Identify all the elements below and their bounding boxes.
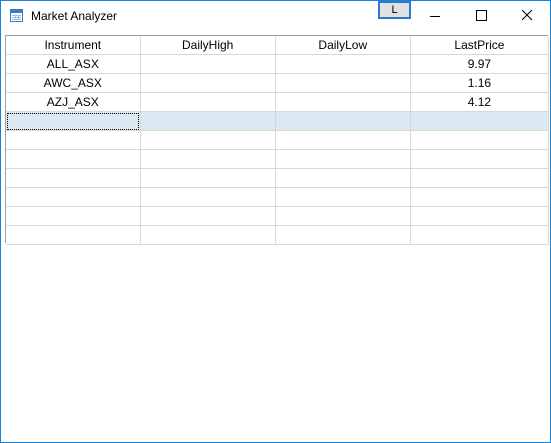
cell-dailyhigh[interactable] <box>140 73 276 93</box>
column-header-dailylow[interactable]: DailyLow <box>275 36 411 55</box>
close-button[interactable] <box>504 1 550 31</box>
column-header-instrument[interactable]: Instrument <box>6 36 141 55</box>
table-row[interactable]: ALL_ASX 9.97 <box>6 54 550 74</box>
cell-dailyhigh[interactable] <box>140 54 276 74</box>
cell-instrument[interactable] <box>6 225 141 245</box>
cell-instrument[interactable]: AZJ_ASX <box>6 92 141 112</box>
cell-instrument[interactable] <box>6 130 141 150</box>
minimize-button[interactable] <box>412 1 458 31</box>
cell-dailylow[interactable] <box>275 187 411 207</box>
cell-lastprice[interactable] <box>410 225 550 245</box>
cell-dailylow[interactable] <box>275 111 411 131</box>
maximize-icon <box>476 10 487 21</box>
cell-instrument[interactable] <box>6 187 141 207</box>
cell-dailylow[interactable] <box>275 73 411 93</box>
cell-dailyhigh[interactable] <box>140 111 276 131</box>
cell-instrument[interactable]: AWC_ASX <box>6 73 141 93</box>
table-row[interactable] <box>6 225 550 245</box>
cell-lastprice[interactable] <box>410 149 550 169</box>
cell-instrument-focused[interactable] <box>6 111 141 131</box>
cell-instrument[interactable] <box>6 168 141 188</box>
cell-dailyhigh[interactable] <box>140 206 276 226</box>
l-button[interactable]: L <box>378 1 411 19</box>
cell-dailyhigh[interactable] <box>140 92 276 112</box>
cell-dailylow[interactable] <box>275 168 411 188</box>
cell-dailylow[interactable] <box>275 54 411 74</box>
cell-dailylow[interactable] <box>275 130 411 150</box>
table-row[interactable] <box>6 206 550 226</box>
cell-instrument[interactable]: ALL_ASX <box>6 54 141 74</box>
grid-header-row: Instrument DailyHigh DailyLow LastPrice <box>6 36 550 55</box>
column-header-dailyhigh[interactable]: DailyHigh <box>140 36 276 55</box>
minimize-icon <box>430 16 440 17</box>
cell-lastprice[interactable] <box>410 187 550 207</box>
cell-dailyhigh[interactable] <box>140 168 276 188</box>
table-row[interactable]: AWC_ASX 1.16 <box>6 73 550 93</box>
cell-lastprice[interactable]: 4.12 <box>410 92 550 112</box>
cell-lastprice[interactable] <box>410 168 550 188</box>
table-row[interactable] <box>6 187 550 207</box>
maximize-button[interactable] <box>458 1 504 31</box>
cell-dailylow[interactable] <box>275 225 411 245</box>
app-window: Market Analyzer L Instrument DailyHigh D… <box>0 0 551 443</box>
data-grid[interactable]: Instrument DailyHigh DailyLow LastPrice … <box>5 35 550 245</box>
cell-dailylow[interactable] <box>275 206 411 226</box>
table-row[interactable]: AZJ_ASX 4.12 <box>6 92 550 112</box>
table-row[interactable] <box>6 168 550 188</box>
cell-instrument[interactable] <box>6 206 141 226</box>
column-header-lastprice[interactable]: LastPrice <box>410 36 550 55</box>
cell-instrument[interactable] <box>6 149 141 169</box>
cell-lastprice[interactable] <box>410 206 550 226</box>
table-row-selected[interactable] <box>6 111 550 131</box>
cell-lastprice[interactable]: 1.16 <box>410 73 550 93</box>
table-row[interactable] <box>6 130 550 150</box>
cell-dailyhigh[interactable] <box>140 225 276 245</box>
window-title: Market Analyzer <box>31 9 118 23</box>
cell-dailylow[interactable] <box>275 92 411 112</box>
cell-dailyhigh[interactable] <box>140 187 276 207</box>
cell-dailyhigh[interactable] <box>140 130 276 150</box>
data-grid-table: Instrument DailyHigh DailyLow LastPrice … <box>6 36 550 245</box>
cell-lastprice[interactable] <box>410 130 550 150</box>
cell-dailyhigh[interactable] <box>140 149 276 169</box>
title-bar[interactable]: Market Analyzer L <box>1 1 550 31</box>
cell-lastprice[interactable] <box>410 111 550 131</box>
cell-lastprice[interactable]: 9.97 <box>410 54 550 74</box>
cell-dailylow[interactable] <box>275 149 411 169</box>
app-window-icon <box>10 9 23 22</box>
table-row[interactable] <box>6 149 550 169</box>
close-icon <box>521 9 533 21</box>
